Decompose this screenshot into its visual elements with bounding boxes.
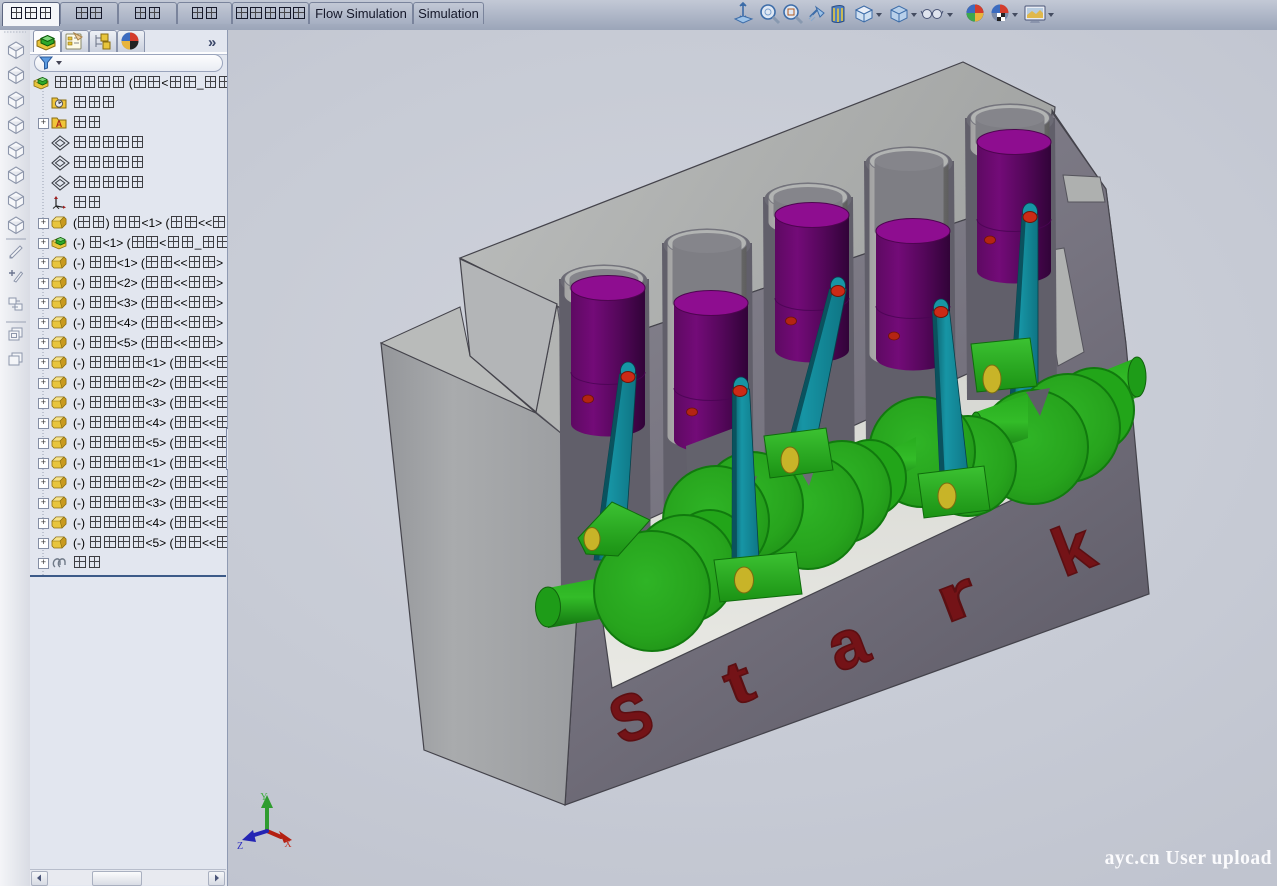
svg-text:Y: Y [260, 792, 267, 803]
svg-text:X: X [284, 839, 292, 850]
svg-text:Z: Z [237, 841, 243, 852]
svg-text:A: A [56, 119, 63, 129]
